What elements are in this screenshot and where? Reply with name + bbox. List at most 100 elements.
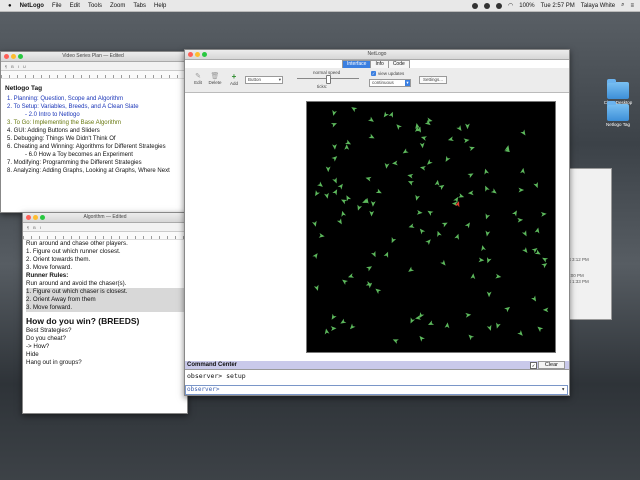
menu-help[interactable]: Help bbox=[154, 3, 166, 9]
bold-icon[interactable]: B bbox=[33, 225, 36, 230]
zoom-button[interactable] bbox=[202, 52, 207, 57]
runner-turtle bbox=[391, 237, 397, 244]
clock[interactable]: Tue 2:57 PM bbox=[541, 3, 575, 9]
ruler[interactable] bbox=[1, 71, 185, 79]
runner-turtle bbox=[467, 190, 474, 196]
apple-icon[interactable]: ● bbox=[8, 3, 12, 9]
status-icon[interactable] bbox=[496, 2, 502, 9]
window-titlebar[interactable]: Algorithm — Edited bbox=[23, 213, 187, 223]
paragraph-style-icon[interactable]: ¶ bbox=[27, 225, 29, 230]
minimize-button[interactable] bbox=[195, 52, 200, 57]
menu-list-icon[interactable]: ≡ bbox=[630, 3, 634, 9]
status-icon[interactable] bbox=[484, 2, 490, 9]
pencil-icon: ✎ bbox=[195, 73, 201, 80]
runner-turtle bbox=[332, 177, 337, 184]
runner-turtle bbox=[419, 228, 426, 235]
runner-turtle bbox=[456, 125, 462, 132]
runner-turtle bbox=[331, 313, 337, 320]
netlogo-window[interactable]: NetLogo Interface Info Code ✎ Edit 🗑 Del… bbox=[184, 49, 570, 396]
paragraph-style-icon[interactable]: ¶ bbox=[5, 64, 7, 69]
runner-turtle bbox=[313, 284, 319, 291]
runner-turtle bbox=[425, 239, 431, 246]
command-center: Command Center ✓ Clear observer> setup o… bbox=[185, 361, 569, 395]
command-input[interactable]: observer> ▾ bbox=[185, 385, 568, 395]
runner-turtle bbox=[330, 326, 337, 331]
runner-turtle bbox=[375, 188, 382, 194]
bg-window-text: at 3:12 PM bbox=[567, 257, 589, 262]
video-series-plan-window[interactable]: Video Series Plan — Edited ¶ B I U Netlo… bbox=[0, 51, 186, 213]
view-updates-checkbox[interactable]: ✓ bbox=[371, 71, 376, 76]
runner-turtle bbox=[468, 334, 475, 341]
runner-turtle bbox=[438, 184, 445, 191]
menu-file[interactable]: File bbox=[52, 3, 62, 9]
update-mode-select[interactable]: continuous ▾ bbox=[369, 79, 411, 87]
window-titlebar[interactable]: Video Series Plan — Edited bbox=[1, 52, 185, 62]
interface-toolbar: ✎ Edit 🗑 Delete + Add Button ▾ normal spe… bbox=[185, 68, 569, 93]
settings-button[interactable]: Settings... bbox=[419, 76, 447, 84]
runner-turtle bbox=[392, 160, 398, 166]
menu-app-name[interactable]: NetLogo bbox=[20, 3, 44, 9]
algorithm-window[interactable]: Algorithm — Edited ¶ B I Run around and … bbox=[22, 212, 188, 414]
desktop-icon-netlogo-tag[interactable]: Netlogo Tag bbox=[596, 100, 640, 127]
user-name[interactable]: Talaya White bbox=[581, 3, 615, 9]
runner-turtle bbox=[465, 123, 470, 130]
runner-turtle bbox=[427, 159, 433, 165]
runner-turtle bbox=[402, 148, 409, 154]
command-output: observer> setup bbox=[187, 372, 246, 380]
menu-edit[interactable]: Edit bbox=[70, 3, 80, 9]
add-button[interactable]: + Add bbox=[227, 72, 241, 86]
chevron-down-icon[interactable]: ▾ bbox=[561, 386, 565, 394]
outline-list: 1. Planning: Question, Scope and Algorit… bbox=[1, 95, 185, 175]
text-line: Run around and chase other players. bbox=[26, 240, 128, 247]
document-body[interactable]: Run around and chase other players. 1. Fi… bbox=[23, 240, 187, 367]
format-toolbar[interactable]: ¶ B I bbox=[23, 223, 187, 232]
bg-window-text: at 1:33 PM bbox=[567, 279, 589, 284]
runner-turtle bbox=[531, 295, 537, 302]
close-button[interactable] bbox=[4, 54, 9, 59]
close-button[interactable] bbox=[188, 52, 193, 57]
edit-button[interactable]: ✎ Edit bbox=[191, 72, 205, 85]
runner-turtle bbox=[485, 230, 491, 237]
runner-turtle bbox=[484, 168, 490, 175]
bold-icon[interactable]: B bbox=[11, 64, 14, 69]
menu-tools[interactable]: Tools bbox=[88, 3, 102, 9]
text-line: 3. Move forward. bbox=[26, 264, 73, 271]
world-canvas[interactable] bbox=[307, 102, 555, 352]
search-icon[interactable]: ⌕ bbox=[621, 2, 624, 9]
minimize-button[interactable] bbox=[33, 215, 38, 220]
runner-turtle bbox=[370, 200, 376, 207]
speed-slider-thumb[interactable] bbox=[326, 75, 331, 84]
runner-turtle bbox=[517, 330, 523, 336]
runner-turtle bbox=[454, 233, 459, 240]
menu-zoom[interactable]: Zoom bbox=[110, 3, 125, 9]
underline-icon[interactable]: U bbox=[23, 64, 26, 69]
folder-icon bbox=[607, 79, 629, 99]
options-checkbox[interactable]: ✓ bbox=[530, 362, 537, 369]
clear-button[interactable]: Clear bbox=[537, 361, 565, 369]
runner-turtle bbox=[341, 199, 348, 205]
wifi-icon[interactable]: ◠ bbox=[508, 2, 513, 9]
runner-turtle bbox=[367, 116, 374, 122]
runner-turtle bbox=[445, 155, 451, 162]
battery-percent[interactable]: 100% bbox=[519, 3, 534, 9]
runner-turtle bbox=[441, 222, 448, 228]
window-titlebar[interactable]: NetLogo bbox=[185, 50, 569, 60]
close-button[interactable] bbox=[26, 215, 31, 220]
ruler[interactable] bbox=[23, 232, 187, 240]
world-view[interactable] bbox=[306, 101, 556, 353]
delete-button[interactable]: 🗑 Delete bbox=[207, 72, 223, 85]
zoom-button[interactable] bbox=[40, 215, 45, 220]
italic-icon[interactable]: I bbox=[40, 225, 41, 230]
runner-turtle bbox=[407, 173, 414, 179]
minimize-button[interactable] bbox=[11, 54, 16, 59]
format-toolbar[interactable]: ¶ B I U bbox=[1, 62, 185, 71]
runner-turtle bbox=[347, 273, 355, 278]
runner-turtle bbox=[464, 222, 470, 229]
zoom-button[interactable] bbox=[18, 54, 23, 59]
widget-type-select[interactable]: Button ▾ bbox=[245, 76, 283, 84]
italic-icon[interactable]: I bbox=[18, 64, 19, 69]
menu-tabs[interactable]: Tabs bbox=[133, 3, 146, 9]
status-icon[interactable] bbox=[472, 2, 478, 9]
text-line: Run around and avoid the chaser(s). bbox=[26, 280, 127, 287]
runner-turtle bbox=[332, 189, 338, 196]
